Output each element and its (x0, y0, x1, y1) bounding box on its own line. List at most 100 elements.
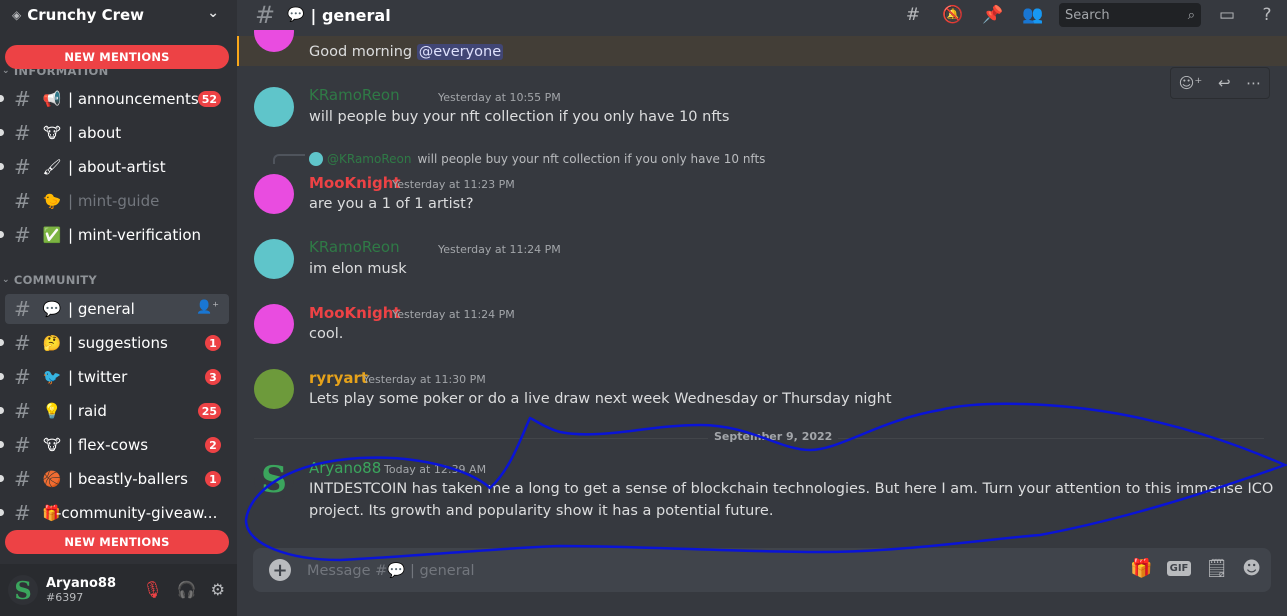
threads-icon[interactable]: # (893, 5, 933, 25)
message-text: are you a 1 of 1 artist? (309, 196, 474, 212)
message-timestamp: Yesterday at 10:55 PM (438, 91, 561, 104)
search-icon: ⌕ (1187, 7, 1195, 23)
settings-icon[interactable]: ⚙ (211, 580, 225, 599)
channel-announcements[interactable]: # 📢 | announcements 52 (0, 84, 229, 114)
channel-flex-cows[interactable]: # 🐮 | flex-cows 2 (0, 430, 229, 460)
channel-label: | mint-guide (68, 192, 160, 210)
emoji-icon[interactable]: ☻ (1242, 558, 1261, 579)
headphones-off-icon[interactable]: 🎧 (177, 580, 197, 599)
check-icon: ✅ (42, 226, 62, 244)
message-text: im elon musk (309, 261, 407, 277)
reply-preview[interactable]: @KRamoReon will people buy your nft coll… (309, 152, 765, 166)
hash-icon: # (14, 331, 31, 355)
channel-label: | about-artist (68, 158, 166, 176)
message-text: Good morning (309, 44, 417, 60)
message-author[interactable]: MooKnight (309, 304, 401, 322)
channel-about-artist[interactable]: # 🖌 | about-artist (0, 152, 229, 182)
category-community[interactable]: ⌄ COMMUNITY (2, 273, 97, 287)
gift-icon[interactable]: 🎁 (1130, 558, 1152, 579)
pin-icon[interactable]: 📌 (973, 5, 1013, 25)
channel-community-giveaways[interactable]: # 🎁 -community-giveaw... (0, 498, 229, 528)
unread-indicator (0, 129, 4, 136)
message-timestamp: Yesterday at 11:30 PM (363, 373, 486, 386)
message-text: Lets play some poker or do a live draw n… (309, 391, 892, 407)
channel-raid[interactable]: # 💡 | raid 25 (0, 396, 229, 426)
chevron-down-icon[interactable]: ⌄ (207, 5, 219, 21)
new-mentions-top-button[interactable]: NEW MENTIONS (5, 45, 229, 69)
speech-bubble-icon: 💬 (287, 7, 305, 23)
chick-icon: 🐤 (42, 192, 62, 210)
channel-label: | announcements (68, 90, 199, 108)
gif-icon[interactable]: GIF (1166, 561, 1192, 576)
date-divider: September 9, 2022 (254, 430, 1264, 443)
gift-icon: 🎁 (42, 504, 61, 522)
channel-label: | mint-verification (68, 226, 202, 244)
hash-icon: # (14, 121, 31, 145)
hash-icon: # (14, 433, 31, 457)
mention-badge: 1 (205, 471, 221, 487)
invite-icon[interactable]: 👤⁺ (196, 300, 219, 315)
hash-icon: # (255, 1, 276, 29)
channel-mint-guide[interactable]: # 🐤 | mint-guide (0, 186, 229, 216)
upload-plus-icon[interactable]: + (269, 559, 291, 581)
category-label: COMMUNITY (13, 273, 98, 287)
channel-label: | flex-cows (68, 436, 149, 454)
avatar (309, 152, 323, 166)
hash-icon: # (14, 189, 31, 213)
channel-general[interactable]: # 💬 | general 👤⁺ (5, 294, 229, 324)
message-composer[interactable]: + Message #💬 | general 🎁 GIF 🗒 ☻ (253, 548, 1271, 592)
message-text-line: project. Its growth and popularity show … (309, 503, 774, 519)
search-placeholder: Search (1065, 7, 1110, 23)
inbox-icon[interactable]: ▭ (1207, 5, 1247, 25)
members-icon[interactable]: 👥 (1013, 5, 1053, 25)
channel-suggestions[interactable]: # 🤔 | suggestions 1 (0, 328, 229, 358)
channel-about[interactable]: # 🐮 | about (0, 118, 229, 148)
unread-indicator (0, 373, 4, 380)
message-timestamp: Yesterday at 11:24 PM (438, 243, 561, 256)
channel-label: | raid (68, 402, 107, 420)
sticker-icon[interactable]: 🗒 (1205, 558, 1228, 579)
avatar[interactable]: S (8, 575, 38, 605)
mic-off-icon[interactable]: 🎙 (142, 580, 162, 599)
avatar[interactable] (254, 369, 294, 409)
mention-everyone[interactable]: @everyone (416, 44, 504, 60)
message-list: Good morning @everyone ☺⁺ ↩ ⋯ KRamoReon … (237, 30, 1287, 550)
message-author[interactable]: KRamoReon (309, 238, 400, 256)
server-header[interactable]: ◈ Crunchy Crew ⌄ (0, 0, 237, 30)
avatar[interactable]: S (254, 460, 294, 500)
mute-icon[interactable]: 🔕 (933, 5, 973, 25)
message-author[interactable]: ryryart (309, 369, 368, 387)
avatar[interactable] (254, 174, 294, 214)
message-author[interactable]: MooKnight (309, 174, 401, 192)
message-author[interactable]: KRamoReon (309, 86, 400, 104)
chevron-down-icon: ⌄ (2, 275, 10, 285)
basketball-icon: 🏀 (42, 470, 62, 488)
mention-badge: 25 (197, 403, 221, 419)
hash-icon: # (14, 297, 31, 321)
chevron-down-icon: ⌄ (2, 66, 10, 76)
message-author[interactable]: Aryano88 (309, 459, 381, 477)
more-icon[interactable]: ⋯ (1246, 74, 1261, 92)
chat-header: # 💬 | general # 🔕 📌 👥 Search ⌕ ▭ ? (237, 0, 1287, 30)
add-reaction-icon[interactable]: ☺⁺ (1179, 74, 1203, 92)
reply-icon[interactable]: ↩ (1218, 74, 1231, 92)
channel-label: | about (68, 124, 122, 142)
speech-bubble-icon: 💬 (42, 300, 62, 318)
help-icon[interactable]: ? (1247, 5, 1287, 25)
search-input[interactable]: Search ⌕ (1059, 3, 1201, 27)
channel-mint-verification[interactable]: # ✅ | mint-verification (0, 220, 229, 250)
channel-label: | suggestions (68, 334, 168, 352)
channel-beastly-ballers[interactable]: # 🏀 | beastly-ballers 1 (0, 464, 229, 494)
lightbulb-icon: 💡 (42, 402, 62, 420)
avatar[interactable] (254, 239, 294, 279)
mention-badge: 1 (205, 335, 221, 351)
discord-window: ◈ Crunchy Crew ⌄ NEW MENTIONS ⌄ INFORMAT… (0, 0, 1287, 616)
avatar[interactable] (254, 304, 294, 344)
channel-twitter[interactable]: # 🐦 | twitter 3 (0, 362, 229, 392)
unread-indicator (0, 339, 4, 346)
hash-icon: # (14, 399, 31, 423)
new-mentions-bottom-button[interactable]: NEW MENTIONS (5, 530, 229, 554)
avatar[interactable] (254, 87, 294, 127)
message-actions: ☺⁺ ↩ ⋯ (1170, 67, 1270, 99)
message-input[interactable]: Message #💬 | general (307, 562, 475, 579)
